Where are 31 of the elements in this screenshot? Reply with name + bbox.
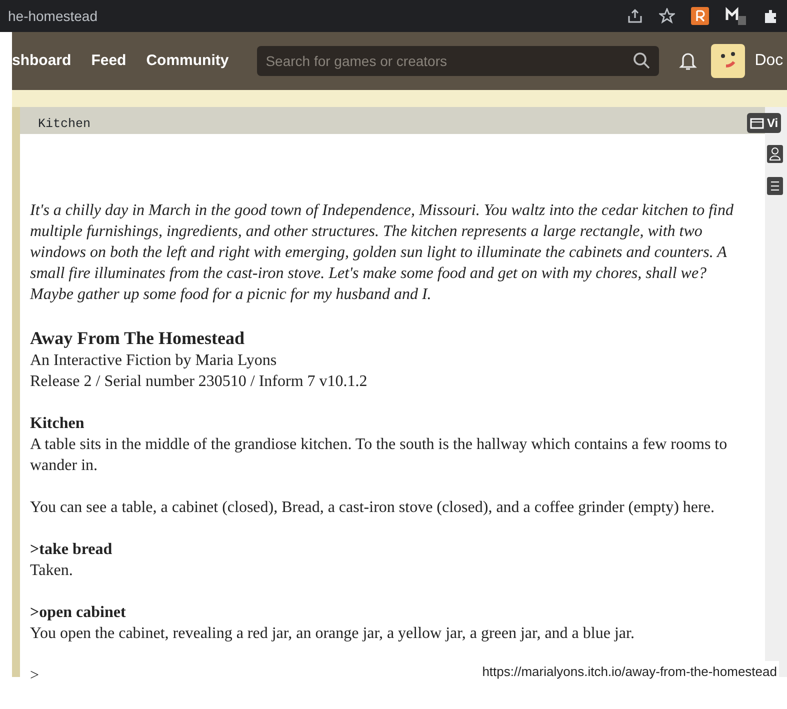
room-heading: Kitchen <box>30 414 86 434</box>
intro-paragraph: It's a chilly day in March in the good town of Independence, Missouri. You waltz into the cedar kitchen to find multiple furnishings, ingredients, and other structures. The kitchen represents a large rectangle, with two windows on both the left and right with emerging, golden sun light to illuminate the cabinets and counters. A small fire illuminates from the cast-iron stove. Let's make some food and get on with my chores, shall we? Maybe gather up some food for a picnic for my husband and I. <box>30 200 734 305</box>
star-icon[interactable] <box>659 8 675 24</box>
bell-icon[interactable] <box>678 51 697 71</box>
game-title: Away From The Homestead <box>30 326 246 350</box>
command-text: >open cabinet <box>30 602 127 623</box>
nav-link[interactable]: Feed <box>91 50 126 72</box>
story-text: You can see a table, a cabinet (closed), Bread, a cast-iron stove (closed), and a coffee grinder (empty) here. <box>30 498 716 518</box>
username-text[interactable]: Doc <box>754 49 784 73</box>
command-text: >take bread <box>30 540 114 560</box>
story-text: A table sits in the middle of the grandiose kitchen. To the south is the hallway which contains a few rooms to wander in. <box>30 434 728 476</box>
puzzle-icon[interactable] <box>763 8 779 24</box>
extension-icon[interactable] <box>725 6 747 26</box>
avatar-icon[interactable] <box>710 44 745 78</box>
window-icon <box>750 118 764 128</box>
search-icon[interactable] <box>632 52 650 69</box>
story-text: An Interactive Fiction by Maria Lyons <box>30 350 278 371</box>
nav-link[interactable]: shboard <box>12 50 72 72</box>
story-text: You open the cabinet, revealing a red jar, an orange jar, a yellow jar, a green jar, and a blue jar. <box>30 624 636 644</box>
share-icon[interactable] <box>627 8 643 24</box>
menu-icon[interactable] <box>767 177 783 195</box>
input-prompt[interactable]: > <box>30 664 40 686</box>
search-field[interactable]: Search for games or creators <box>256 46 659 76</box>
view-button[interactable]: Vi <box>747 113 782 133</box>
url-caption: https://marialyons.itch.io/away-from-the-homestead <box>480 660 779 682</box>
address-bar-text[interactable]: he-homestead <box>8 6 98 26</box>
status-line-text: Kitchen <box>38 117 91 131</box>
profile-icon[interactable] <box>767 145 783 163</box>
story-text: Release 2 / Serial number 230510 / Inform 7 v10.1.2 <box>30 372 368 392</box>
story-text: Taken. <box>30 560 74 581</box>
nav-link[interactable]: Community <box>146 50 229 72</box>
